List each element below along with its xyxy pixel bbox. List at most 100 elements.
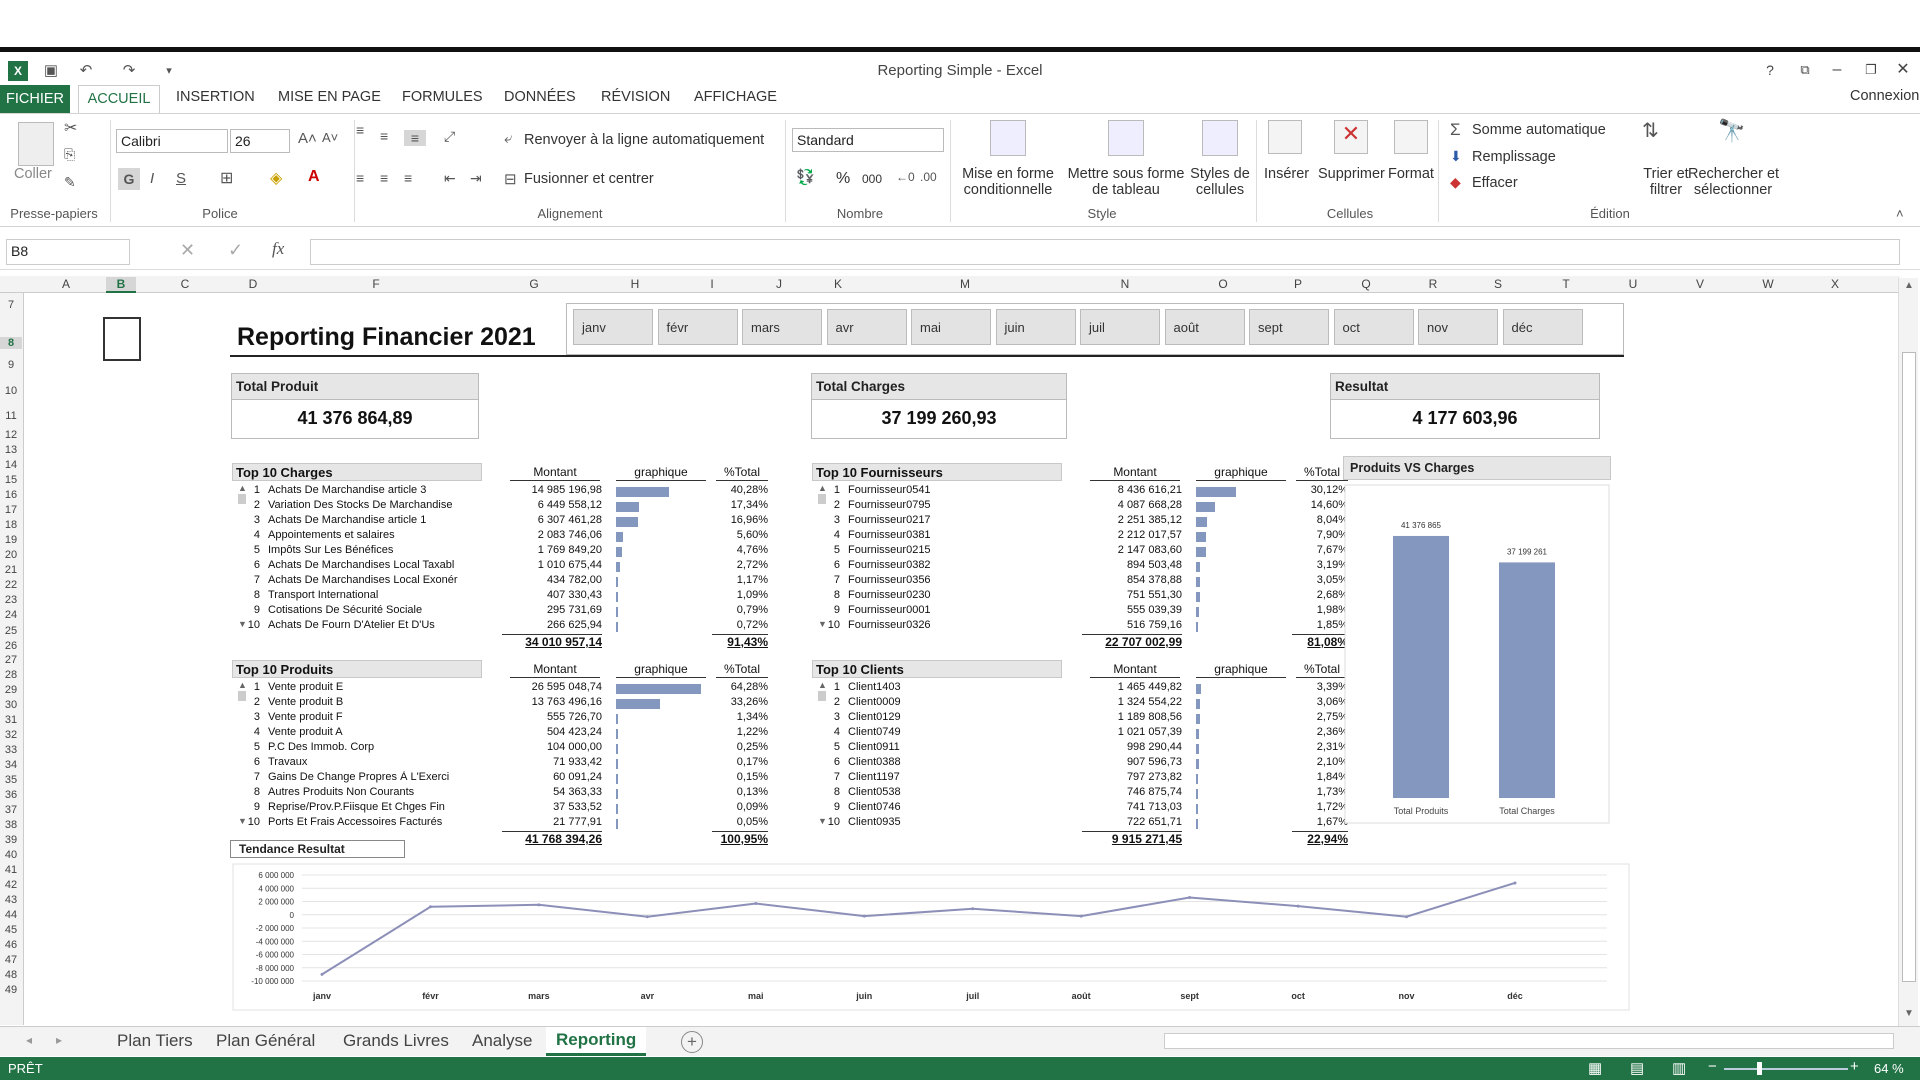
month-slicer-3[interactable]: avr xyxy=(826,309,907,345)
signin-link[interactable]: Connexion xyxy=(1850,88,1919,104)
row-header-24[interactable]: 24 xyxy=(0,609,22,621)
zoom-slider[interactable] xyxy=(1724,1068,1848,1070)
top_clients-row[interactable]: 7 Client1197 797 273,82 1,84% xyxy=(812,771,1348,786)
row-header-36[interactable]: 36 xyxy=(0,789,22,801)
top_clients-row[interactable]: 1 Client1403 1 465 449,82 3,39% xyxy=(812,681,1348,696)
top_clients-row[interactable]: 4 Client0749 1 021 057,39 2,36% xyxy=(812,726,1348,741)
row-header-20[interactable]: 20 xyxy=(0,549,22,561)
top_clients-row[interactable]: 3 Client0129 1 189 808,56 2,75% xyxy=(812,711,1348,726)
col-header-u[interactable]: U xyxy=(1618,277,1648,291)
tab-file[interactable]: FICHIER xyxy=(0,85,70,113)
trend-point[interactable] xyxy=(1188,896,1192,900)
align-right-icon[interactable]: ≡ xyxy=(404,170,412,186)
selected-cell-b8[interactable] xyxy=(103,317,141,361)
row-header-17[interactable]: 17 xyxy=(0,504,22,516)
delete-cells-button[interactable]: Supprimer xyxy=(1318,166,1385,182)
clear-icon[interactable]: ◆ xyxy=(1450,174,1461,191)
tab-home[interactable]: ACCUEIL xyxy=(78,85,160,114)
decrease-font-icon[interactable]: A˅ xyxy=(322,130,338,145)
collapse-ribbon-icon[interactable]: ˄ xyxy=(1896,206,1904,221)
row-header-44[interactable]: 44 xyxy=(0,909,22,921)
col-header-m[interactable]: M xyxy=(950,277,980,291)
row-header-9[interactable]: 9 xyxy=(0,359,22,371)
fill-button[interactable]: Remplissage xyxy=(1472,149,1556,165)
col-header-d[interactable]: D xyxy=(238,277,268,291)
row-header-42[interactable]: 42 xyxy=(0,879,22,891)
top_fournisseurs-row[interactable]: 6 Fournisseur0382 894 503,48 3,19% xyxy=(812,559,1348,574)
align-middle-icon[interactable]: ≡ xyxy=(380,128,388,144)
page-break-view-icon[interactable]: ▥ xyxy=(1672,1059,1686,1077)
col-header-j[interactable]: J xyxy=(764,277,794,291)
row-header-43[interactable]: 43 xyxy=(0,894,22,906)
row-header-13[interactable]: 13 xyxy=(0,444,22,456)
row-header-28[interactable]: 28 xyxy=(0,669,22,681)
top_charges-row[interactable]: 8 Transport International 407 330,43 1,09% xyxy=(232,589,768,604)
format-cells-button[interactable]: Format xyxy=(1388,166,1434,182)
top_charges-scroll-down-icon[interactable]: ▼ xyxy=(238,619,247,629)
top_charges-row[interactable]: 2 Variation Des Stocks De Marchandise 6 44… xyxy=(232,499,768,514)
top_fournisseurs-scroll-thumb[interactable] xyxy=(818,494,826,504)
zoom-in-icon[interactable]: + xyxy=(1850,1058,1859,1075)
prev-sheet-icon[interactable]: ◂ xyxy=(26,1033,32,1047)
month-slicer-7[interactable]: août xyxy=(1164,309,1245,345)
restore-icon[interactable]: ❐ xyxy=(1856,59,1886,81)
top_produits-row[interactable]: 9 Reprise/Prov.P.Fiisque Et Chges Fin 37 5… xyxy=(232,801,768,816)
month-slicer-1[interactable]: févr xyxy=(657,309,738,345)
top_clients-row[interactable]: 8 Client0538 746 875,74 1,73% xyxy=(812,786,1348,801)
col-header-k[interactable]: K xyxy=(823,277,853,291)
increase-font-icon[interactable]: A˄ xyxy=(298,130,317,147)
top_charges-row[interactable]: 3 Achats De Marchandise article 1 6 307 46… xyxy=(232,514,768,529)
row-header-27[interactable]: 27 xyxy=(0,654,22,666)
col-header-p[interactable]: P xyxy=(1283,277,1313,291)
minimize-icon[interactable]: – xyxy=(1822,59,1852,81)
row-header-37[interactable]: 37 xyxy=(0,804,22,816)
scroll-down-icon[interactable]: ▼ xyxy=(1901,1008,1917,1022)
italic-button[interactable]: I xyxy=(150,170,154,187)
name-box[interactable]: B8 xyxy=(6,239,130,265)
top_produits-row[interactable]: 2 Vente produit B 13 763 496,16 33,26% xyxy=(232,696,768,711)
row-header-12[interactable]: 12 xyxy=(0,429,22,441)
close-icon[interactable]: ✕ xyxy=(1888,59,1918,81)
row-header-33[interactable]: 33 xyxy=(0,744,22,756)
top_charges-row[interactable]: 9 Cotisations De Sécurité Sociale 295 731,… xyxy=(232,604,768,619)
month-slicer-6[interactable]: juil xyxy=(1080,309,1160,345)
tab-view[interactable]: AFFICHAGE xyxy=(694,89,777,105)
trend-point[interactable] xyxy=(1405,915,1409,919)
top_produits-row[interactable]: 5 P.C Des Immob. Corp 104 000,00 0,25% xyxy=(232,741,768,756)
font-size-select[interactable]: 26 xyxy=(230,129,290,153)
top_fournisseurs-scroll-up-icon[interactable]: ▲ xyxy=(818,483,827,493)
tab-data[interactable]: DONNÉES xyxy=(504,89,576,105)
month-slicer-9[interactable]: oct xyxy=(1333,309,1414,345)
col-header-r[interactable]: R xyxy=(1418,277,1448,291)
tab-formulas[interactable]: FORMULES xyxy=(402,89,483,105)
month-slicer-11[interactable]: déc xyxy=(1502,309,1583,345)
top_fournisseurs-scroll-down-icon[interactable]: ▼ xyxy=(818,619,827,629)
row-header-47[interactable]: 47 xyxy=(0,954,22,966)
row-header-34[interactable]: 34 xyxy=(0,759,22,771)
top_clients-row[interactable]: 10 Client0935 722 651,71 1,67% xyxy=(812,816,1348,831)
top_fournisseurs-row[interactable]: 2 Fournisseur0795 4 087 668,28 14,60% xyxy=(812,499,1348,514)
row-header-46[interactable]: 46 xyxy=(0,939,22,951)
sheet-tab-plan-general[interactable]: Plan Général xyxy=(216,1031,315,1051)
top_charges-row[interactable]: 4 Appointements et salaires 2 083 746,06 5,… xyxy=(232,529,768,544)
copy-icon[interactable]: ⎘ xyxy=(64,146,75,163)
month-slicer-10[interactable]: nov xyxy=(1418,309,1498,345)
zoom-out-icon[interactable]: − xyxy=(1708,1058,1717,1075)
row-header-19[interactable]: 19 xyxy=(0,534,22,546)
top_fournisseurs-row[interactable]: 3 Fournisseur0217 2 251 385,12 8,04% xyxy=(812,514,1348,529)
top_clients-row[interactable]: 6 Client0388 907 596,73 2,10% xyxy=(812,756,1348,771)
row-header-10[interactable]: 10 xyxy=(0,385,22,397)
sheet-tab-reporting[interactable]: Reporting xyxy=(546,1027,647,1056)
top_produits-row[interactable]: 10 Ports Et Frais Accessoires Facturés 21 … xyxy=(232,816,768,831)
month-slicer-5[interactable]: juin xyxy=(995,309,1076,345)
top_clients-row[interactable]: 9 Client0746 741 713,03 1,72% xyxy=(812,801,1348,816)
increase-indent-icon[interactable]: ⇥ xyxy=(470,170,482,187)
col-header-n[interactable]: N xyxy=(1110,277,1140,291)
col-header-a[interactable]: A xyxy=(51,277,81,291)
autosum-button[interactable]: Somme automatique xyxy=(1472,122,1606,138)
trend-point[interactable] xyxy=(320,972,324,976)
row-header-30[interactable]: 30 xyxy=(0,699,22,711)
col-header-f[interactable]: F xyxy=(361,277,391,291)
orientation-icon[interactable]: ⤢ xyxy=(444,128,455,145)
autosum-icon[interactable]: Σ xyxy=(1450,120,1461,140)
